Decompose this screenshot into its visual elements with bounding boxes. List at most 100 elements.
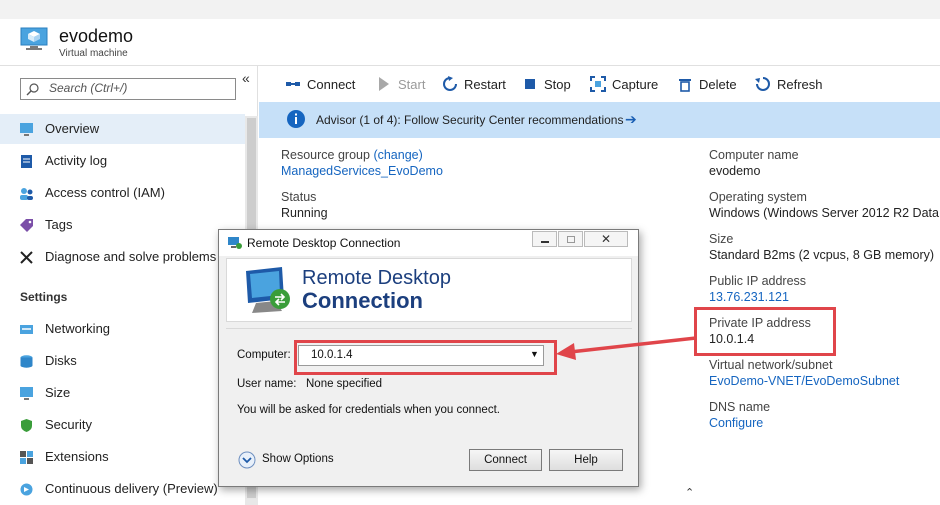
- sidebar-item-networking[interactable]: Networking: [0, 314, 245, 344]
- sidebar-item-iam[interactable]: Access control (IAM): [0, 178, 245, 208]
- expand-options-icon[interactable]: [238, 451, 256, 469]
- virtual-machine-icon: [20, 27, 48, 50]
- delivery-icon: [20, 483, 33, 496]
- sidebar-item-extensions[interactable]: Extensions: [0, 442, 245, 472]
- search-icon: [26, 83, 39, 96]
- connect-icon: [286, 82, 300, 86]
- username-label: User name:: [237, 378, 297, 390]
- dialog-heading-line1: Remote Desktop: [302, 267, 451, 289]
- resource-group-label-text: Resource group: [281, 148, 370, 162]
- start-label: Start: [398, 76, 426, 92]
- sidebar-item-label: Continuous delivery (Preview): [45, 481, 218, 496]
- sidebar-item-label: Networking: [45, 321, 111, 336]
- vnet-value[interactable]: EvoDemo-VNET/EvoDemoSubnet: [709, 374, 899, 388]
- sidebar-item-label: Activity log: [45, 153, 108, 168]
- sidebar-item-overview[interactable]: Overview: [0, 114, 245, 144]
- size-icon: [20, 387, 33, 400]
- capture-label: Capture: [612, 76, 659, 92]
- public-ip-value[interactable]: 13.76.231.121: [709, 290, 789, 304]
- sidebar-item-label: Tags: [45, 217, 73, 232]
- start-button[interactable]: Start: [376, 74, 425, 94]
- os-value: Windows (Windows Server 2012 R2 Data: [709, 206, 939, 220]
- page-title: evodemo: [59, 26, 134, 46]
- disk-icon: [20, 355, 33, 368]
- extensions-icon: [20, 451, 33, 464]
- public-ip-label: Public IP address: [709, 274, 807, 288]
- sidebar-item-size[interactable]: Size: [0, 378, 245, 408]
- username-value: None specified: [306, 378, 383, 390]
- dialog-heading-line2: Connection: [302, 288, 423, 313]
- connect-label: Connect: [307, 76, 356, 92]
- sidebar-item-label: Diagnose and solve problems: [45, 249, 217, 264]
- shield-icon: [21, 419, 32, 432]
- credentials-note: You will be asked for credentials when y…: [237, 404, 500, 416]
- status-label: Status: [281, 190, 317, 204]
- activity-log-icon: [21, 155, 32, 168]
- sidebar-item-label: Size: [45, 385, 71, 400]
- blade-header: [0, 0, 940, 66]
- advisor-text: Advisor (1 of 4): Follow Security Center…: [316, 113, 624, 127]
- overview-icon: [20, 123, 33, 136]
- computer-field-highlight: [294, 340, 557, 375]
- sidebar-item-label: Overview: [45, 121, 100, 136]
- stop-icon: [525, 79, 535, 89]
- delete-label: Delete: [699, 76, 737, 92]
- wrench-icon: [20, 251, 33, 264]
- maximize-icon[interactable]: [558, 231, 583, 247]
- status-value: Running: [281, 206, 328, 220]
- size-value: Standard B2ms (2 vcpus, 8 GB memory): [709, 248, 935, 262]
- settings-section-header: Settings: [20, 290, 68, 304]
- delete-button[interactable]: Delete: [677, 74, 737, 94]
- dialog-title: Remote Desktop Connection: [247, 236, 401, 250]
- sidebar-item-label: Extensions: [45, 449, 109, 464]
- sidebar-item-label: Disks: [45, 353, 77, 368]
- sidebar-item-tags[interactable]: Tags: [0, 210, 245, 240]
- help-button[interactable]: Help: [549, 449, 623, 471]
- remote-desktop-logo-icon: [246, 267, 290, 313]
- sidebar-item-continuous-delivery[interactable]: Continuous delivery (Preview): [0, 474, 245, 504]
- resource-group-value[interactable]: ManagedServices_EvoDemo: [281, 164, 443, 178]
- refresh-label: Refresh: [777, 76, 823, 92]
- sidebar-item-disks[interactable]: Disks: [0, 346, 245, 376]
- rdp-app-icon: [228, 237, 242, 249]
- restart-label: Restart: [464, 76, 506, 92]
- restart-icon: [443, 76, 457, 91]
- vnet-label: Virtual network/subnet: [709, 358, 833, 372]
- show-options-link[interactable]: Show Options: [262, 453, 334, 465]
- computer-name-label: Computer name: [709, 148, 799, 162]
- sidebar-item-diagnose[interactable]: Diagnose and solve problems: [0, 242, 245, 272]
- dns-configure-link[interactable]: Configure: [709, 416, 763, 430]
- dns-label: DNS name: [709, 400, 771, 414]
- close-icon[interactable]: ✕: [584, 231, 628, 247]
- refresh-icon: [755, 77, 770, 91]
- capture-button[interactable]: Capture: [590, 74, 658, 94]
- capture-icon: [590, 76, 606, 92]
- size-label: Size: [709, 232, 734, 246]
- tag-icon: [20, 219, 33, 232]
- network-icon: [20, 325, 33, 334]
- annotation-arrow: [556, 336, 697, 360]
- chevron-up-icon[interactable]: ⌃: [685, 486, 694, 499]
- info-icon: [287, 110, 305, 128]
- arrow-right-icon[interactable]: ➔: [625, 111, 637, 128]
- stop-button[interactable]: Stop: [522, 74, 571, 94]
- sidebar-item-label: Access control (IAM): [45, 185, 165, 200]
- refresh-button[interactable]: Refresh: [755, 74, 823, 94]
- restart-button[interactable]: Restart: [442, 74, 506, 94]
- sidebar-item-security[interactable]: Security: [0, 410, 245, 440]
- sidebar-item-activity-log[interactable]: Activity log: [0, 146, 245, 176]
- trash-icon: [679, 79, 691, 92]
- sidebar-item-label: Security: [45, 417, 92, 432]
- change-resource-group-link[interactable]: (change): [373, 148, 422, 162]
- computer-name-value: evodemo: [709, 164, 761, 178]
- iam-icon: [20, 188, 33, 200]
- minimize-icon[interactable]: [532, 231, 557, 247]
- connect-button[interactable]: Connect: [285, 74, 355, 94]
- private-ip-highlight: [694, 307, 836, 356]
- resource-group-label: Resource group (change): [281, 148, 423, 162]
- search-placeholder: Search (Ctrl+/): [49, 81, 128, 95]
- computer-label: Computer:: [237, 349, 291, 361]
- collapse-sidebar-icon[interactable]: «: [242, 70, 250, 86]
- connect-dialog-button[interactable]: Connect: [469, 449, 542, 471]
- os-label: Operating system: [709, 190, 807, 204]
